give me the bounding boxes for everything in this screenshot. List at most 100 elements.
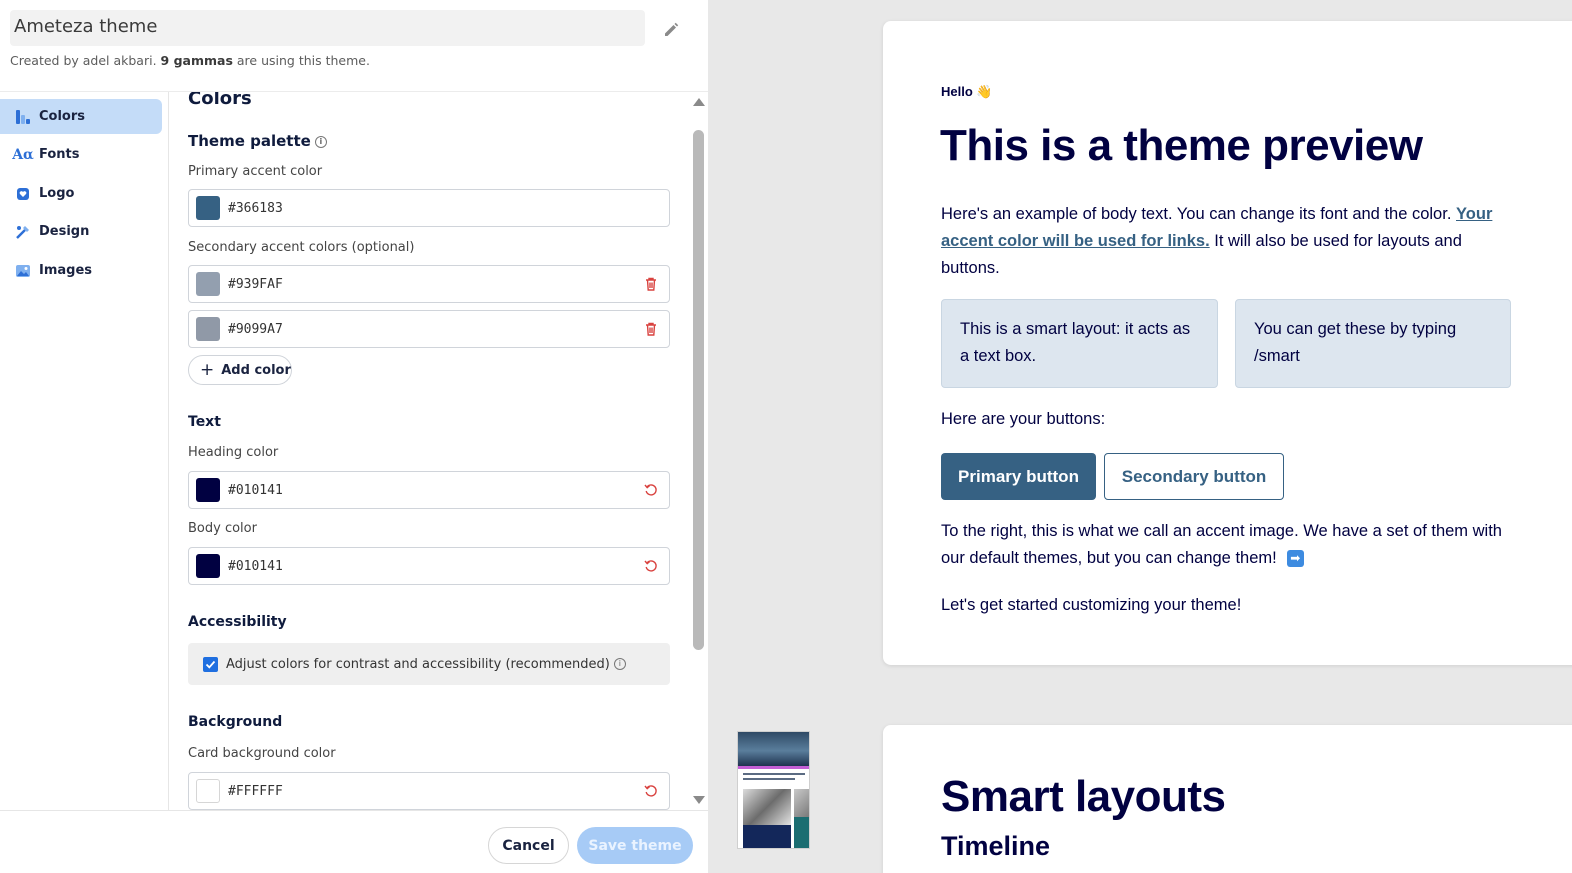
created-suffix-text: are using this theme. xyxy=(236,53,370,68)
secondary-accent-label: Secondary accent colors (optional) xyxy=(188,240,415,255)
thumbnail-header xyxy=(738,732,809,766)
thumbnail-text-line xyxy=(743,778,795,780)
nav-item-colors[interactable]: Colors xyxy=(0,99,162,134)
body-intro: Here's an example of body text. You can … xyxy=(941,205,1452,223)
image-icon xyxy=(14,262,32,280)
colors-section-title: Colors xyxy=(188,92,252,109)
logo-icon xyxy=(14,185,32,203)
accent-text: To the right, this is what we call an ac… xyxy=(941,522,1502,567)
preview-title: This is a theme preview xyxy=(940,121,1423,170)
add-color-button[interactable]: + Add color xyxy=(188,355,292,385)
secondary-color-hex[interactable]: #9099A7 xyxy=(228,322,283,337)
card-bg-swatch[interactable] xyxy=(196,779,220,803)
theme-palette-title: Theme palette xyxy=(188,132,311,150)
background-section-title: Background xyxy=(188,714,283,730)
palette-icon xyxy=(14,108,32,126)
reset-icon[interactable] xyxy=(643,482,659,498)
preview-secondary-button[interactable]: Secondary button xyxy=(1104,453,1284,500)
thumbnail-accent-bar xyxy=(738,766,809,769)
font-icon: Aα xyxy=(12,146,34,163)
reset-icon[interactable] xyxy=(643,558,659,574)
preview-body-text: Here's an example of body text. You can … xyxy=(941,201,1521,282)
preview-primary-button[interactable]: Primary button xyxy=(941,453,1096,500)
colors-settings: Colors Theme palette i Primary accent col… xyxy=(170,92,690,810)
nav-label: Fonts xyxy=(39,147,80,162)
info-icon[interactable]: i xyxy=(613,658,626,670)
created-by-text: Created by adel akbari. xyxy=(10,53,157,68)
settings-scrollbar[interactable] xyxy=(690,92,708,810)
thumbnail-image xyxy=(743,789,791,825)
nav-label: Images xyxy=(39,263,93,278)
secondary-accent-field-2[interactable]: #9099A7 xyxy=(188,310,670,348)
save-theme-button[interactable]: Save theme xyxy=(577,827,693,864)
nav-item-design[interactable]: Design xyxy=(0,214,162,249)
accessibility-label[interactable]: Adjust colors for contrast and accessibi… xyxy=(226,657,610,672)
theme-created-info: Created by adel akbari. 9 gammas are usi… xyxy=(10,53,370,68)
secondary-color-swatch[interactable] xyxy=(196,317,220,341)
smart-layouts-title: Smart layouts xyxy=(941,772,1226,821)
heading-color-hex[interactable]: #010141 xyxy=(228,483,283,498)
thumbnail-text-line xyxy=(743,773,805,775)
body-color-swatch[interactable] xyxy=(196,554,220,578)
timeline-subtitle: Timeline xyxy=(941,831,1051,861)
get-started-text: Let's get started customizing your theme… xyxy=(941,596,1242,614)
theme-preview: Hello 👋 This is a theme preview Here's a… xyxy=(708,0,1572,873)
body-color-hex[interactable]: #010141 xyxy=(228,559,283,574)
primary-accent-field[interactable]: #366183 xyxy=(188,189,670,227)
scrollbar-thumb[interactable] xyxy=(693,130,704,650)
accessibility-checkbox[interactable] xyxy=(203,656,218,672)
editor-footer: Cancel Save theme xyxy=(0,810,708,873)
reset-icon[interactable] xyxy=(643,783,659,799)
accent-image-thumbnail[interactable] xyxy=(737,731,810,849)
thumbnail-block xyxy=(743,825,791,848)
secondary-accent-field-1[interactable]: #939FAF xyxy=(188,265,670,303)
design-icon xyxy=(14,223,32,241)
card-bg-hex[interactable]: #FFFFFF xyxy=(228,784,283,799)
preview-card: Hello 👋 This is a theme preview Here's a… xyxy=(883,21,1572,665)
card-bg-label: Card background color xyxy=(188,746,336,761)
pencil-icon[interactable] xyxy=(660,18,682,40)
heading-color-field[interactable]: #010141 xyxy=(188,471,670,509)
trash-icon[interactable] xyxy=(643,321,659,337)
settings-nav: Colors Aα Fonts Logo Design Images xyxy=(0,92,169,810)
accessibility-section-title: Accessibility xyxy=(188,614,287,630)
secondary-color-swatch[interactable] xyxy=(196,272,220,296)
smart-layout-box: This is a smart layout: it acts as a tex… xyxy=(941,299,1218,388)
gammas-count: 9 gammas xyxy=(160,53,233,68)
thumbnail-block xyxy=(794,817,809,848)
preview-card-smart-layouts: Smart layouts Timeline xyxy=(883,725,1572,873)
nav-label: Colors xyxy=(39,109,86,124)
theme-palette-heading: Theme palette i xyxy=(188,132,327,150)
secondary-color-hex[interactable]: #939FAF xyxy=(228,277,283,292)
scroll-down-arrow-icon[interactable] xyxy=(693,796,705,804)
primary-color-hex[interactable]: #366183 xyxy=(228,201,283,216)
body-color-field[interactable]: #010141 xyxy=(188,547,670,585)
cancel-button[interactable]: Cancel xyxy=(488,827,569,864)
nav-item-fonts[interactable]: Aα Fonts xyxy=(0,137,162,172)
heading-color-label: Heading color xyxy=(188,445,279,460)
info-icon[interactable]: i xyxy=(314,135,327,148)
accent-image-text: To the right, this is what we call an ac… xyxy=(941,518,1521,572)
nav-label: Design xyxy=(39,224,90,239)
body-color-label: Body color xyxy=(188,521,257,536)
scroll-up-arrow-icon[interactable] xyxy=(693,98,705,106)
primary-color-swatch[interactable] xyxy=(196,196,220,220)
accessibility-option[interactable]: Adjust colors for contrast and accessibi… xyxy=(188,643,670,685)
add-color-label: Add color xyxy=(221,362,291,378)
preview-hello: Hello 👋 xyxy=(941,84,993,99)
heading-color-swatch[interactable] xyxy=(196,478,220,502)
trash-icon[interactable] xyxy=(643,276,659,292)
theme-editor-panel: Ameteza theme Created by adel akbari. 9 … xyxy=(0,0,708,873)
thumbnail-image xyxy=(794,789,809,817)
smart-layout-box: You can get these by typing /smart xyxy=(1235,299,1511,388)
buttons-intro: Here are your buttons: xyxy=(941,410,1106,428)
plus-icon: + xyxy=(200,359,215,380)
primary-accent-label: Primary accent color xyxy=(188,164,323,179)
nav-item-images[interactable]: Images xyxy=(0,253,162,288)
nav-label: Logo xyxy=(39,186,75,201)
right-arrow-icon: ➡ xyxy=(1286,550,1304,568)
card-bg-field[interactable]: #FFFFFF xyxy=(188,772,670,810)
text-section-title: Text xyxy=(188,414,221,430)
nav-item-logo[interactable]: Logo xyxy=(0,176,162,211)
theme-name-input[interactable]: Ameteza theme xyxy=(10,10,645,46)
